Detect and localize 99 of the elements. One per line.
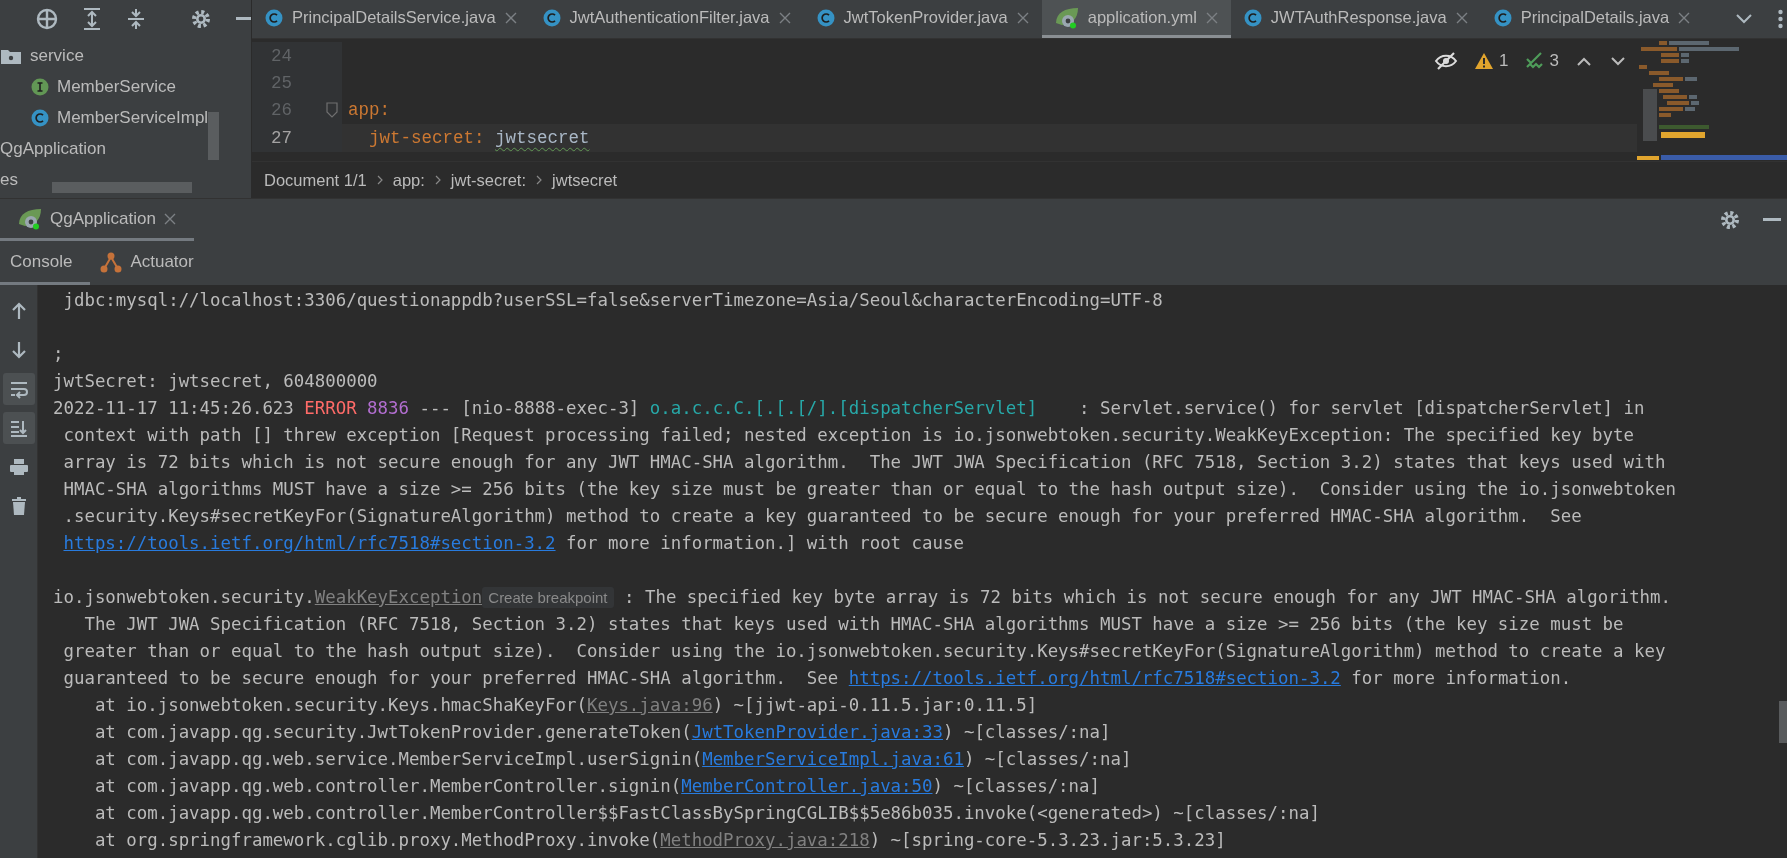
minimize-icon[interactable] [1761,216,1783,224]
console-line: guaranteed to be secure enough for your preferred HMAC-SHA algorithm. See https://tools.ietf.org/html/rfc7518#section-3.2 for more information. [62,667,1572,690]
console-line: context with path [] threw exception [Request processing failed; nested exception is io.jsonwebtoken.security.WeakKeyException: The specified key byte [62,424,1634,447]
console-line: The JWT JWA Specification (RFC 7518, Section 3.2) states that keys used with HMAC-SHA algorithms MUST have a size >= 256 bits (the key size must be [83,613,1624,636]
crosshair-icon [36,8,58,30]
close-icon [778,11,791,24]
console-line: 2022-11-17 11:45:26.623 ERROR 8836 --- [nio-8888-exec-3] o.a.c.c.C.[.[.[/].[dispatcherServlet] : Servlet.service() for servlet [dispatcherServlet] in [53,397,1645,420]
class-icon [816,8,835,27]
source-link[interactable]: Keys.java:96 [587,695,713,715]
fold-icon [326,102,338,119]
source-link[interactable]: MethodProxy.java:218 [660,830,870,850]
console-line: io.jsonwebtoken.security.WeakKeyException Create breakpoint : The specified key byte array is 72 bits which is not secure enough for any JWT HMAC-SHA algorithm. [53,586,1672,610]
next-icon[interactable] [1609,54,1627,68]
chevron-right-icon [536,175,543,185]
editor-tab[interactable]: PrincipalDetails.java [1480,0,1704,38]
link[interactable]: https://tools.ietf.org/html/rfc7518#section-3.2 [63,533,556,553]
toolbar-button[interactable] [2,373,35,405]
link[interactable]: MemberServiceImpl.java:61 [702,749,964,769]
chevron-down-icon [1736,14,1752,24]
console-line: https://tools.ietf.org/html/rfc7518#section-3.2 for more information.] with root cause [62,532,964,555]
toolbar-button[interactable] [2,412,35,444]
gear-icon [190,8,212,30]
editor-tab[interactable]: JwtAuthenticationFilter.java [529,0,804,38]
leaf-icon [18,207,42,230]
check-count: 3 [1549,51,1559,71]
console-line: greater than or equal to the hash output size). Consider using the io.jsonwebtoken.security.Keys#secretKeyFor(SignatureAlgorithm) method to create a key [62,640,1666,663]
editor-tab[interactable]: JWTAuthResponse.java [1230,0,1481,38]
link[interactable]: JwtTokenProvider.java:33 [691,722,943,742]
warning-count: 1 [1499,51,1509,71]
interface-icon [31,77,49,96]
more-icon[interactable] [1776,7,1785,31]
close-icon [163,212,176,225]
scroll-to-end-icon [8,418,29,438]
leaf-icon [1054,6,1079,29]
chevron-right-icon [434,175,441,185]
source-link[interactable]: WeakKeyException [314,587,483,607]
editor-tab[interactable]: PrincipalDetailsService.java [252,0,530,38]
console-line: ; [53,343,64,366]
scrollbar[interactable] [1779,701,1787,743]
dash-icon [236,17,251,21]
tab-list-icon[interactable] [1734,12,1754,26]
link[interactable]: MemberController.java:50 [681,776,933,796]
chevron-right-icon [376,175,383,185]
class-icon [265,8,283,27]
yaml-value: jwtsecret [495,127,590,148]
tree-item[interactable]: es [0,169,18,190]
dots-icon [1778,9,1783,29]
scrollbar[interactable] [208,112,219,160]
link[interactable]: https://tools.ietf.org/html/rfc7518#section-3.2 [848,668,1341,688]
console-line: at com.javapp.qg.web.service.MemberServiceImpl.userSignin(MemberServiceImpl.java:61) ~[classes/:na] [93,748,1132,771]
close-icon [1455,11,1468,24]
class-icon [542,8,561,27]
line-number: 27 [270,127,292,148]
console-line: jdbc:mysql://localhost:3306/questionappdb?userSSL=false&serverTimezone=Asia/Seoul&characterEncoding=UTF-8 [62,289,1163,312]
console-line: at org.springframework.cglib.proxy.MethodProxy.invoke(MethodProxy.java:218) ~[spring-core-5.3.23.jar:5.3.23] [93,829,1226,852]
console-line: jwtSecret: jwtsecret, 604800000 [53,370,378,393]
locate-icon[interactable] [34,6,60,32]
console-line: array is 72 bits which is not secure enough for any JWT HMAC-SHA algorithm. The JWT JWA Specification (RFC 7518, Section 3.2) states that keys used with [62,451,1666,474]
close-icon [504,11,517,24]
soft-wrap-icon [8,379,29,399]
breadcrumb-item[interactable]: jwtsecret [552,170,618,190]
close-icon [1205,11,1218,24]
console-line: at com.javapp.qg.web.controller.MemberController.signin(MemberController.java:50) ~[classes/:na] [93,775,1100,798]
console-line: HMAC-SHA algorithms MUST have a size >= 256 bits (the key size must be greater than or equal to the hash output size). Consider using the io.jsonwebtoken [62,478,1676,501]
class-icon [1243,8,1262,27]
console-tab[interactable]: Actuator [90,241,212,285]
minimize-icon[interactable] [234,15,251,23]
console-line: at com.javapp.qg.web.controller.MemberController$$FastClassBySpringCGLIB$$5e86b035.invoke(<generated>) ~[classes/:na] [93,802,1320,825]
collapse-all-icon [126,8,146,30]
tree-item[interactable]: MemberService [31,76,177,97]
chevron-up-icon [1577,56,1591,66]
double-check-icon [1524,51,1545,71]
actuator-icon [100,250,123,273]
chevron-down-icon [1611,56,1625,66]
console-line: at com.javapp.qg.security.JwtTokenProvider.generateToken(JwtTokenProvider.java:33) ~[classes/:na] [93,721,1111,744]
eye-off-icon [1434,51,1459,71]
class-icon [1493,8,1512,27]
tree-item[interactable]: MemberServiceImpl [31,107,209,128]
scrollbar[interactable] [52,182,192,193]
yaml-key: app: [348,100,390,121]
close-icon [1678,11,1691,24]
editor-tab[interactable]: application.yml [1041,0,1231,38]
tree-item[interactable]: service [0,45,84,66]
breadcrumb-item[interactable]: app: [392,170,425,190]
warning-icon [1474,52,1495,70]
tooltip: Create breakpoint [482,587,614,608]
console-line: at io.jsonwebtoken.security.Keys.hmacShaKeyFor(Keys.java:96) ~[jjwt-api-0.11.5.jar:0.11.5] [93,694,1038,717]
tree-item[interactable]: QgApplication [0,138,106,159]
printer-icon [8,457,29,477]
breadcrumb-item[interactable]: Document 1/1 [264,170,367,190]
expand-all-icon [82,8,102,30]
gear-icon [1719,209,1741,231]
class-icon [31,108,49,127]
yaml-key: jwt-secret: [369,127,485,148]
close-icon [1016,11,1029,24]
breadcrumb-item[interactable]: jwt-secret: [450,170,527,190]
console-line: .security.Keys#secretKeyFor(SignatureAlgorithm) method to create a key guaranteed to be secure enough for your preferred HMAC-SHA algorithm. See [62,505,1582,528]
editor-tab[interactable]: JwtTokenProvider.java [803,0,1042,38]
dash-icon [1763,218,1781,222]
